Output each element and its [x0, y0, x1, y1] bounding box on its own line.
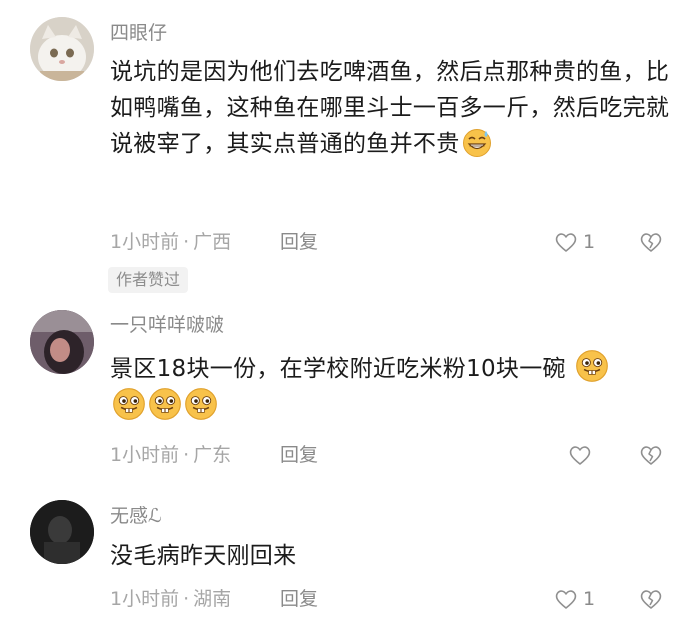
comment-location: 湖南: [193, 588, 232, 610]
comment-text-content: 说坑的是因为他们去吃啤酒鱼，然后点那种贵的鱼，比如鸭嘴鱼，这种鱼在哪里斗士一百多…: [110, 59, 670, 157]
avatar[interactable]: [30, 17, 94, 81]
comment-location: 广东: [193, 444, 232, 466]
like-count: 1: [583, 588, 596, 610]
username[interactable]: 四眼仔: [110, 20, 167, 46]
comment-time: 1小时前: [110, 588, 180, 610]
reply-button[interactable]: 回复: [280, 442, 318, 468]
reply-button[interactable]: 回复: [280, 229, 318, 255]
comment-text: 景区18块一份，在学校附近吃米粉10块一碗: [110, 349, 680, 425]
comment-text: 没毛病昨天刚回来: [110, 543, 297, 569]
like-count: 1: [583, 231, 596, 253]
sweat-grin-emoji-icon: [462, 129, 491, 157]
like-button[interactable]: 1: [553, 228, 595, 256]
heart-icon: [569, 446, 591, 465]
dislike-broken-heart-icon[interactable]: [638, 586, 664, 612]
bucktooth-grin-emoji-icon: [576, 350, 609, 382]
like-button[interactable]: [567, 441, 597, 469]
comment-text-content: 景区18块一份，在学校附近吃米粉10块一碗: [110, 356, 566, 382]
meta-separator: ·: [183, 231, 190, 253]
reply-button[interactable]: 回复: [280, 586, 318, 612]
bucktooth-grin-emoji-icon: [185, 388, 217, 420]
dislike-broken-heart-icon[interactable]: [638, 229, 664, 255]
meta-separator: ·: [183, 444, 190, 466]
like-button[interactable]: 1: [553, 585, 595, 613]
author-liked-badge: 作者赞过: [108, 267, 189, 293]
comment-meta: 1小时前 · 湖南: [110, 586, 231, 612]
cat-avatar-image: [30, 17, 94, 81]
person-avatar-image: [30, 310, 94, 374]
comment-location: 广西: [193, 231, 232, 253]
bucktooth-grin-emoji-icon: [113, 388, 145, 420]
bucktooth-grin-emoji-icon: [149, 388, 181, 420]
comment-text: 说坑的是因为他们去吃啤酒鱼，然后点那种贵的鱼，比如鸭嘴鱼，这种鱼在哪里斗士一百多…: [110, 54, 670, 162]
comment-meta: 1小时前 · 广东: [110, 442, 231, 468]
comment-time: 1小时前: [110, 231, 180, 253]
comment-meta: 1小时前 · 广西: [110, 229, 231, 255]
comment-time: 1小时前: [110, 444, 180, 466]
avatar[interactable]: [30, 500, 94, 564]
dislike-broken-heart-icon[interactable]: [638, 442, 664, 468]
meta-separator: ·: [183, 588, 190, 610]
heart-icon: [555, 233, 577, 252]
username[interactable]: 无感ℒ: [110, 503, 162, 529]
username[interactable]: 一只咩咩啵啵: [110, 312, 224, 338]
avatar[interactable]: [30, 310, 94, 374]
heart-icon: [555, 590, 577, 609]
dark-avatar-image: [30, 500, 94, 564]
